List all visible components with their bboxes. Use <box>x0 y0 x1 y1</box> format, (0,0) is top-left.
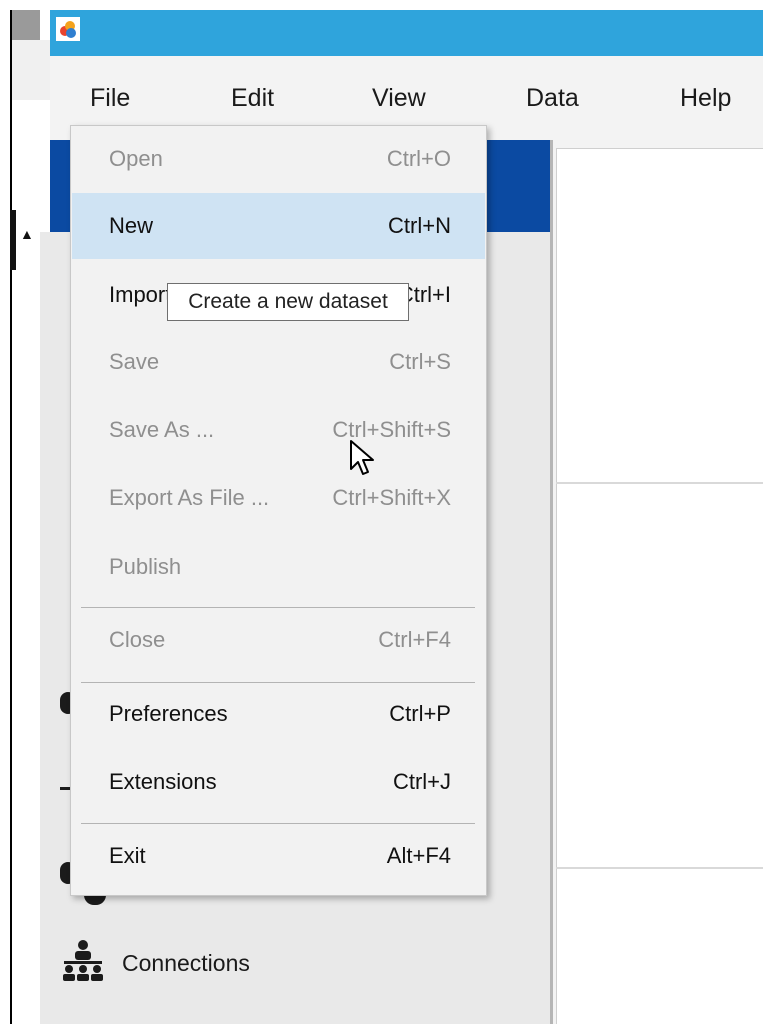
content-divider <box>556 867 763 869</box>
menu-file[interactable]: File <box>90 84 130 113</box>
window-frame-edge <box>10 40 50 100</box>
menu-item-save-as[interactable]: Save As ... Ctrl+Shift+S <box>72 397 485 463</box>
menu-item-export-as-file[interactable]: Export As File ... Ctrl+Shift+X <box>72 465 485 531</box>
sidebar-item-connections[interactable]: Connections <box>60 939 320 988</box>
content-divider <box>556 482 763 484</box>
window-frame-line <box>10 10 12 1024</box>
mouse-cursor-icon <box>349 439 377 484</box>
connections-icon <box>60 939 106 988</box>
window-frame-corner <box>10 10 40 40</box>
menu-item-save[interactable]: Save Ctrl+S <box>72 329 485 395</box>
menu-item-preferences[interactable]: Preferences Ctrl+P <box>72 681 485 747</box>
menu-view[interactable]: View <box>372 84 426 113</box>
app-logo-icon <box>56 17 80 41</box>
scrollbar-track[interactable] <box>10 210 16 270</box>
menu-data[interactable]: Data <box>526 84 579 113</box>
menu-item-extensions[interactable]: Extensions Ctrl+J <box>72 749 485 815</box>
main-content <box>556 148 763 1024</box>
menu-help[interactable]: Help <box>680 84 731 113</box>
tooltip: Create a new dataset <box>167 283 409 321</box>
title-bar <box>50 10 763 56</box>
menu-item-publish[interactable]: Publish <box>72 534 485 600</box>
file-menu-dropdown: Open Ctrl+O New Ctrl+N Import Ctrl+I Sav… <box>70 125 487 896</box>
scroll-up-arrow-icon[interactable]: ▲ <box>20 226 34 242</box>
menu-edit[interactable]: Edit <box>231 84 274 113</box>
sidebar-item-label: Connections <box>122 949 250 976</box>
menu-item-exit[interactable]: Exit Alt+F4 <box>72 823 485 889</box>
menu-item-new[interactable]: New Ctrl+N <box>72 193 485 259</box>
menu-item-close[interactable]: Close Ctrl+F4 <box>72 607 485 673</box>
menu-item-open[interactable]: Open Ctrl+O <box>72 126 485 192</box>
